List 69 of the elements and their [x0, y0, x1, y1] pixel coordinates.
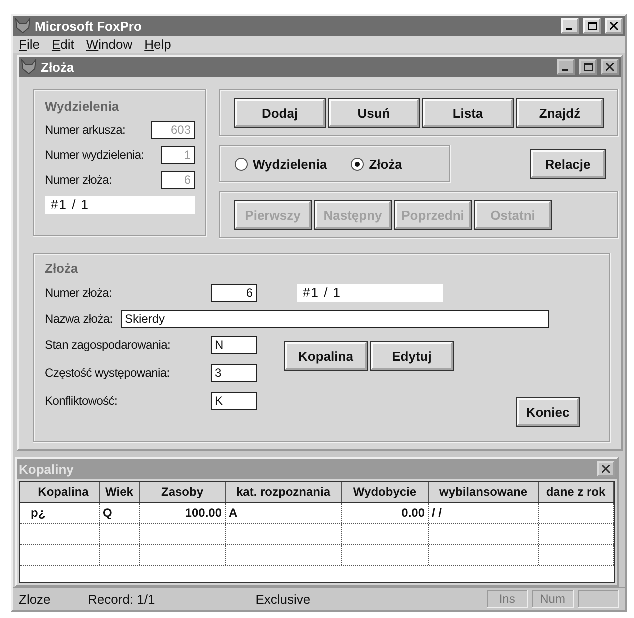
status-text: Record: 1/1: [88, 592, 156, 606]
relations-button[interactable]: Relacje: [531, 150, 605, 178]
action-button[interactable]: Edytuj: [371, 342, 453, 370]
window-title: Złoża: [41, 60, 76, 74]
close-button[interactable]: [605, 18, 623, 34]
field-label: Numer arkusza:: [45, 123, 126, 137]
close-icon: [602, 465, 610, 473]
record-field: #1 / 1: [45, 196, 195, 214]
column-header[interactable]: wybilansowane: [429, 482, 539, 502]
field-label: Numer złoża:: [45, 286, 114, 300]
column-header[interactable]: Kopalina: [28, 482, 100, 502]
input-field[interactable]: N: [211, 336, 257, 354]
table-cell: / /: [429, 503, 539, 523]
status-panel: [578, 590, 619, 608]
close-button[interactable]: [597, 461, 615, 477]
status-text: Zloze: [19, 592, 52, 606]
action-button[interactable]: Dodaj: [235, 99, 325, 127]
window-title: Kopaliny: [19, 462, 75, 476]
field-label: Częstość występowania:: [45, 366, 171, 380]
input-field[interactable]: Skierdy: [121, 310, 549, 328]
group-title: Wydzielenia: [45, 99, 120, 114]
close-icon: [610, 22, 618, 30]
group-title: Złoża: [45, 261, 80, 276]
field-label: Stan zagospodarowania:: [45, 338, 172, 352]
table-cell: p¿: [28, 503, 100, 523]
field-label: Numer wydzielenia:: [45, 148, 144, 162]
maximize-button[interactable]: [579, 59, 597, 75]
maximize-icon: [584, 63, 592, 71]
maximize-icon: [588, 22, 596, 30]
close-icon: [606, 63, 614, 71]
menu-item[interactable]: Window: [86, 37, 133, 52]
action-button[interactable]: Lista: [423, 99, 513, 127]
status-text: Exclusive: [256, 592, 312, 606]
radio-option[interactable]: Złoża: [351, 156, 402, 172]
table-cell: Q: [100, 503, 140, 523]
end-button[interactable]: Koniec: [517, 398, 579, 426]
table-cell: A: [226, 503, 342, 523]
fox-icon: [15, 18, 31, 34]
input-field[interactable]: 6: [211, 284, 257, 302]
window-title: Microsoft FoxPro: [35, 18, 143, 34]
table-cell: 100.00: [140, 503, 226, 523]
record-field: #1 / 1: [297, 284, 443, 302]
field-label: Numer złoża:: [45, 173, 112, 187]
minimize-button[interactable]: [557, 59, 575, 75]
column-header[interactable]: dane z rok: [539, 482, 614, 502]
input-field[interactable]: 3: [211, 364, 257, 382]
column-header[interactable]: Zasoby: [140, 482, 226, 502]
action-button[interactable]: Kopalina: [285, 342, 367, 370]
radio-icon[interactable]: [235, 158, 248, 170]
fox-icon: [21, 59, 37, 75]
column-header[interactable]: Wydobycie: [342, 482, 429, 502]
status-indicator: Ins: [486, 590, 528, 608]
table-cell: 0.00: [342, 503, 429, 523]
action-button[interactable]: Usuń: [329, 99, 419, 127]
column-header[interactable]: kat. rozpoznania: [226, 482, 342, 502]
field-label: Nazwa złoża:: [45, 312, 114, 326]
menu-item[interactable]: File: [19, 37, 40, 52]
radio-icon[interactable]: [351, 158, 364, 170]
minimize-button[interactable]: [561, 18, 579, 34]
field-label: Konfliktowość:: [45, 394, 118, 408]
action-button[interactable]: Znajdź: [517, 99, 603, 127]
column-header[interactable]: Wiek: [100, 482, 140, 502]
radio-option[interactable]: Wydzielenia: [235, 156, 328, 172]
close-button[interactable]: [601, 59, 619, 75]
maximize-button[interactable]: [583, 18, 601, 34]
input-field[interactable]: K: [211, 392, 257, 410]
menu-item[interactable]: Help: [144, 37, 172, 52]
menu-item[interactable]: Edit: [52, 37, 74, 52]
status-indicator: Num: [532, 590, 574, 608]
